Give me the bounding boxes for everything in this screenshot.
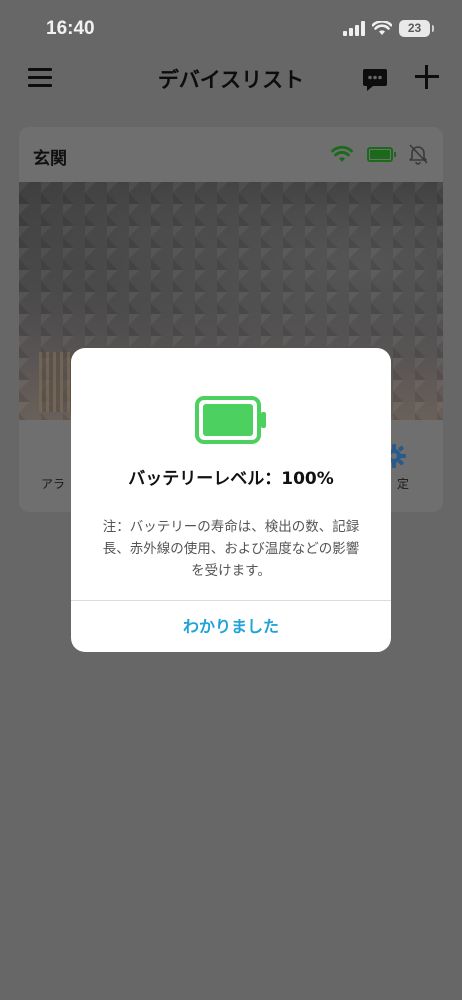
- status-bar: 16:40 23: [0, 0, 462, 62]
- page-title: デバイスリスト: [157, 68, 305, 92]
- cellular-signal-icon: [343, 21, 365, 36]
- battery-level-dialog: バッテリーレベル：100% 注：バッテリーの寿命は、検出の数、記録長、赤外線の使…: [71, 348, 391, 652]
- status-icons: 23: [343, 20, 434, 37]
- settings-action-label[interactable]: 定: [397, 475, 409, 492]
- message-icon[interactable]: [362, 68, 388, 92]
- battery-note: 注：バッテリーの寿命は、検出の数、記録長、赤外線の使用、および温度などの影響を受…: [102, 519, 360, 579]
- wifi-icon: [372, 21, 392, 35]
- bell-off-icon[interactable]: [407, 143, 429, 165]
- status-battery-icon: 23: [399, 20, 434, 37]
- device-battery-icon[interactable]: [367, 146, 396, 162]
- nav-bar: デバイスリスト: [0, 60, 462, 100]
- device-wifi-icon: [331, 145, 353, 162]
- device-name: 玄関: [33, 149, 67, 169]
- device-status-icons: [331, 143, 429, 165]
- ok-button[interactable]: わかりました: [71, 601, 391, 652]
- battery-level-title: バッテリーレベル：100%: [128, 469, 334, 489]
- battery-full-icon: [195, 396, 266, 444]
- alarm-action-label[interactable]: アラ: [41, 475, 65, 492]
- status-time: 16:40: [46, 18, 95, 39]
- add-device-button[interactable]: [414, 64, 440, 90]
